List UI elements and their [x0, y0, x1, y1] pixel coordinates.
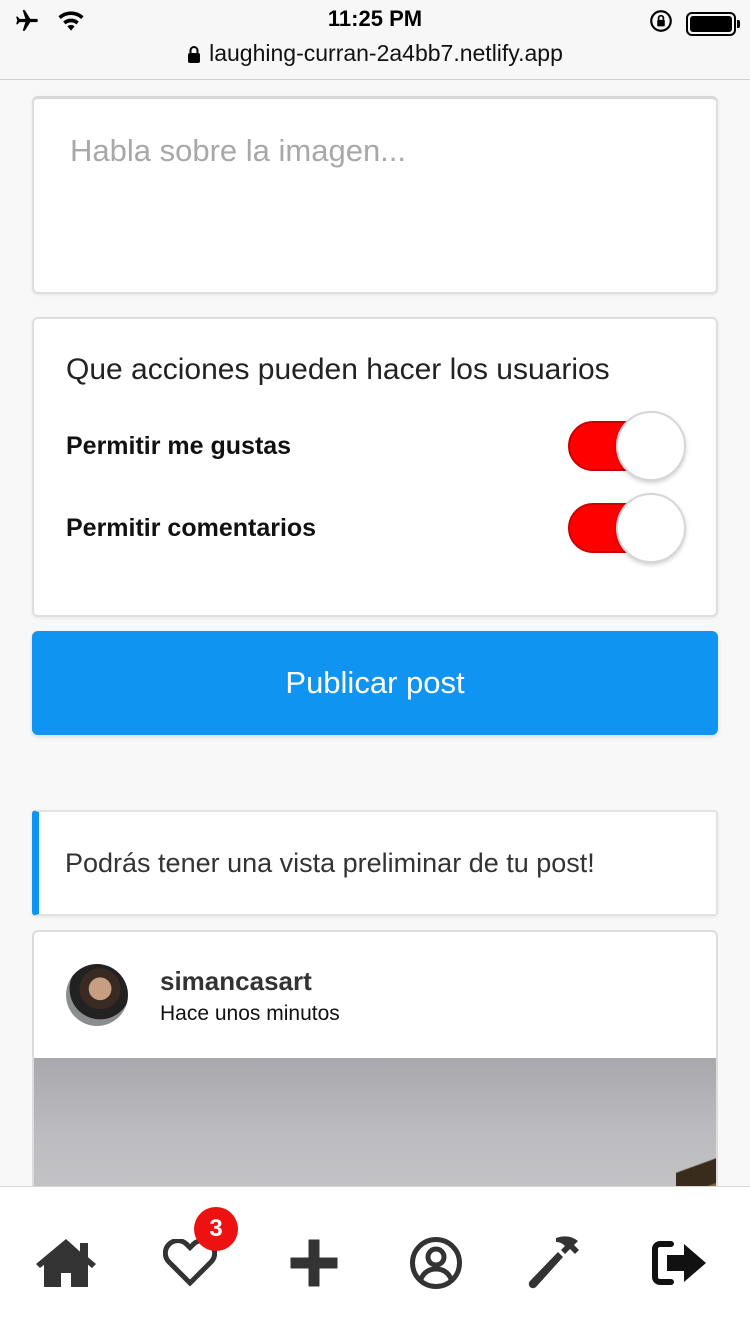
post-timestamp: Hace unos minutos [160, 1002, 340, 1025]
hammer-icon [527, 1235, 589, 1291]
caption-card [32, 96, 718, 294]
orientation-lock-icon [648, 8, 674, 39]
sign-out-icon [652, 1240, 708, 1286]
bottom-nav: 3 [0, 1186, 750, 1334]
preview-notice: Podrás tener una vista preliminar de tu … [32, 810, 718, 916]
preview-notice-text: Podrás tener una vista preliminar de tu … [65, 847, 595, 878]
nav-create[interactable] [282, 1233, 346, 1293]
nav-logout[interactable] [648, 1233, 712, 1293]
notification-badge: 3 [194, 1207, 238, 1251]
permissions-card: Que acciones pueden hacer los usuarios P… [32, 317, 718, 617]
permissions-title: Que acciones pueden hacer los usuarios [66, 353, 610, 386]
nav-tools[interactable] [526, 1233, 590, 1293]
nav-likes[interactable]: 3 [158, 1207, 238, 1293]
nav-profile[interactable] [404, 1233, 468, 1293]
allow-comments-label: Permitir comentarios [66, 513, 317, 542]
allow-comments-toggle[interactable] [568, 493, 686, 563]
toggle-knob [616, 411, 686, 481]
plus-icon [289, 1238, 339, 1288]
lock-icon [187, 42, 201, 69]
home-icon [35, 1237, 97, 1289]
nav-home[interactable] [34, 1233, 98, 1293]
allow-likes-toggle[interactable] [568, 411, 686, 481]
url-text: laughing-curran-2a4bb7.netlify.app [209, 40, 563, 66]
allow-likes-label: Permitir me gustas [66, 431, 292, 460]
publish-button[interactable]: Publicar post [32, 631, 718, 735]
post-username[interactable]: simancasart [160, 966, 312, 997]
status-time: 11:25 PM [327, 6, 423, 31]
status-bar: 11:25 PM laughing-curran-2a4bb7.netlify.… [0, 0, 750, 80]
avatar[interactable] [66, 964, 128, 1026]
battery-icon [686, 11, 740, 36]
toggle-knob [616, 493, 686, 563]
allow-comments-row: Permitir comentarios [66, 493, 686, 563]
caption-input[interactable] [34, 99, 716, 292]
user-circle-icon [409, 1236, 463, 1290]
allow-likes-row: Permitir me gustas [66, 411, 686, 481]
post-preview-card: simancasart Hace unos minutos [32, 930, 718, 1230]
address-bar[interactable]: laughing-curran-2a4bb7.netlify.app [0, 40, 750, 69]
status-right [648, 8, 740, 39]
